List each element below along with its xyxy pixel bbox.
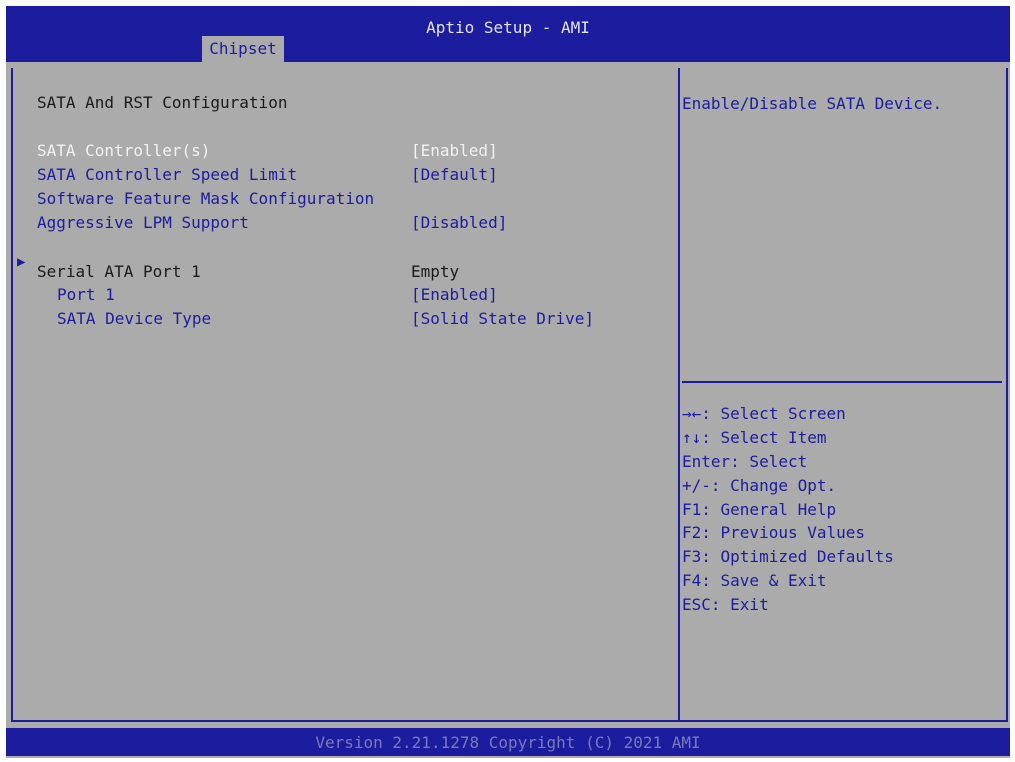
aggressive-lpm-value[interactable]: [Disabled]: [411, 213, 507, 233]
port1-value[interactable]: [Enabled]: [411, 285, 498, 305]
sata-speed-limit-value[interactable]: [Default]: [411, 165, 498, 185]
sata-controllers-value[interactable]: [Enabled]: [411, 141, 498, 161]
settings-panel: SATA And RST Configuration SATA Controll…: [11, 68, 680, 722]
triangle-right-icon: ▶: [17, 254, 26, 270]
key-help-line: F1: General Help: [682, 500, 837, 519]
tab-chipset[interactable]: Chipset: [202, 36, 284, 62]
key-help-line: ↑↓: Select Item: [682, 428, 827, 447]
sata-controllers-label[interactable]: SATA Controller(s): [37, 141, 210, 161]
key-help-line: ESC: Exit: [682, 595, 769, 614]
sata-speed-limit-label[interactable]: SATA Controller Speed Limit: [37, 165, 297, 185]
serial-ata-port-status: Empty: [411, 262, 460, 281]
help-text: Enable/Disable SATA Device.: [682, 94, 943, 113]
bios-screen: Aptio Setup - AMI Chipset SATA And RST C…: [6, 6, 1010, 758]
status-bar: Version 2.21.1278 Copyright (C) 2021 AMI: [6, 728, 1010, 756]
page-title: SATA And RST Configuration: [37, 93, 288, 112]
key-help-line: F4: Save & Exit: [682, 571, 827, 590]
key-help-line: F3: Optimized Defaults: [682, 547, 894, 566]
key-help-line: Enter: Select: [682, 452, 808, 471]
sata-device-type-value[interactable]: [Solid State Drive]: [411, 309, 594, 329]
app-title: Aptio Setup - AMI: [426, 18, 590, 37]
help-panel: Enable/Disable SATA Device. →←: Select S…: [678, 68, 1008, 722]
aggressive-lpm-label[interactable]: Aggressive LPM Support: [37, 213, 249, 233]
software-feature-mask-menu[interactable]: Software Feature Mask Configuration: [37, 189, 374, 209]
help-divider: [682, 381, 1002, 383]
version-text: Version 2.21.1278 Copyright (C) 2021 AMI: [315, 733, 701, 752]
key-help-line: →←: Select Screen: [682, 404, 846, 423]
key-help-line: +/-: Change Opt.: [682, 476, 837, 495]
serial-ata-port-label: Serial ATA Port 1: [37, 262, 201, 281]
title-bar: Aptio Setup - AMI Chipset: [6, 6, 1010, 62]
sata-device-type-label[interactable]: SATA Device Type: [57, 309, 211, 329]
key-help-line: F2: Previous Values: [682, 523, 866, 542]
port1-label[interactable]: Port 1: [57, 285, 115, 305]
